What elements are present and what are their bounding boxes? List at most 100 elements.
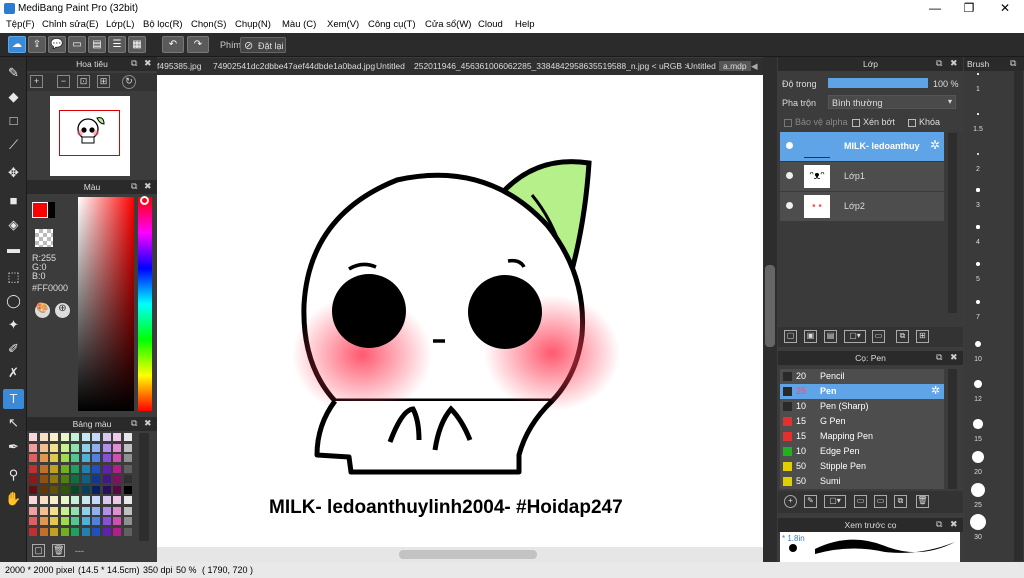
palette-swatch[interactable]: [29, 433, 37, 441]
add-brush-icon[interactable]: +: [784, 495, 797, 508]
tab-3[interactable]: Untitled: [376, 61, 405, 71]
palette-swatch[interactable]: [123, 454, 132, 462]
palette-swatch[interactable]: [92, 485, 100, 494]
palette-swatch[interactable]: [71, 496, 79, 504]
palette-swatch[interactable]: [113, 506, 121, 515]
palette-swatch[interactable]: [39, 475, 48, 483]
palette-swatch[interactable]: [50, 454, 58, 462]
hand-tool-icon[interactable]: ✋: [3, 489, 24, 509]
palette-swatch[interactable]: [123, 506, 132, 515]
palette-swatch[interactable]: [92, 527, 100, 536]
zoom-out-icon[interactable]: −: [57, 75, 70, 88]
palette-swatch[interactable]: [50, 485, 58, 494]
close-button[interactable]: ✕: [988, 0, 1022, 18]
brush-menu-icon[interactable]: ▢▾: [824, 495, 846, 508]
palette-swatch[interactable]: [81, 433, 90, 441]
float-icon[interactable]: ⧉: [936, 352, 942, 363]
palette-swatch[interactable]: [71, 464, 79, 473]
palette-swatch[interactable]: [60, 527, 69, 536]
tab-2[interactable]: 74902541dc2dbbe47aef44dbde1a0bad.jpg: [213, 61, 375, 71]
palette-swatch[interactable]: [60, 496, 69, 504]
palette-swatch[interactable]: [71, 485, 79, 494]
palette-swatch[interactable]: [39, 443, 48, 452]
brush-size-option[interactable]: 20: [967, 443, 989, 476]
fill-rect-icon[interactable]: ■: [3, 191, 24, 211]
transparent-color[interactable]: [35, 229, 53, 247]
rectangle-select-icon[interactable]: □: [3, 111, 24, 131]
brush-tool-icon[interactable]: ✎: [3, 63, 24, 83]
new-palette-icon[interactable]: ▢: [32, 544, 45, 557]
palette-swatch[interactable]: [92, 443, 100, 452]
select-eraser-icon[interactable]: ✗: [3, 363, 24, 383]
palette-swatch[interactable]: [71, 527, 79, 536]
palette-swatch[interactable]: [81, 485, 90, 494]
list-icon[interactable]: ☰: [108, 36, 126, 53]
horizontal-scroll-thumb[interactable]: [399, 550, 537, 559]
tab-5[interactable]: Untitled: [687, 61, 716, 71]
palette-swatch[interactable]: [123, 496, 132, 504]
palette-swatch[interactable]: [50, 527, 58, 536]
palette-swatch[interactable]: [50, 517, 58, 525]
brush-size-option[interactable]: 4: [967, 213, 989, 246]
maximize-button[interactable]: ❐: [952, 0, 986, 18]
palette-swatch[interactable]: [113, 464, 121, 473]
float-icon[interactable]: ⧉: [1010, 58, 1016, 69]
clip-checkbox[interactable]: Xén bớt: [852, 117, 895, 127]
menu-view[interactable]: Xem(V): [327, 19, 359, 30]
palette-swatch[interactable]: [71, 506, 79, 515]
duplicate-icon[interactable]: ⧉: [896, 330, 909, 343]
palette-swatch[interactable]: [39, 496, 48, 504]
palette-swatch[interactable]: [29, 527, 37, 536]
brush-size-option[interactable]: 10: [967, 330, 989, 363]
new-layer-icon[interactable]: ▢: [784, 330, 797, 343]
comment-icon[interactable]: 💬: [48, 36, 66, 53]
undo-icon[interactable]: ↶: [162, 36, 184, 53]
brush-folder-icon[interactable]: ▭: [854, 495, 867, 508]
palette-swatch[interactable]: [29, 506, 37, 515]
brush-folder2-icon[interactable]: ▭: [874, 495, 887, 508]
palette-swatch[interactable]: [60, 464, 69, 473]
menu-filter[interactable]: Bộ lọc(R): [143, 19, 183, 30]
vertical-scroll-thumb[interactable]: [765, 265, 775, 347]
menu-snap[interactable]: Chụp(N): [235, 19, 271, 30]
delete-brush-icon[interactable]: 🗑: [916, 495, 929, 508]
palette-scrollbar[interactable]: [139, 433, 149, 541]
line-tool-icon[interactable]: ⟋: [3, 135, 24, 155]
menu-tools[interactable]: Công cụ(T): [368, 19, 416, 30]
move-tool-icon[interactable]: ✥: [3, 163, 24, 183]
palette-swatch[interactable]: [102, 464, 111, 473]
float-icon[interactable]: ⧉: [131, 418, 137, 429]
magic-wand-icon[interactable]: ✦: [3, 315, 24, 335]
menu-cloud[interactable]: Cloud: [478, 19, 503, 30]
palette-swatch[interactable]: [71, 443, 79, 452]
palette-swatch[interactable]: [92, 506, 100, 515]
close-panel-icon[interactable]: ✖: [144, 58, 152, 69]
palette-swatch[interactable]: [102, 454, 111, 462]
brush-item[interactable]: 15 G Pen: [780, 414, 944, 429]
palette-swatch[interactable]: [92, 464, 100, 473]
menu-edit[interactable]: Chỉnh sửa(E): [42, 19, 99, 30]
palette-swatch[interactable]: [81, 443, 90, 452]
tab-1[interactable]: f495385.jpg: [157, 61, 201, 71]
float-icon[interactable]: ⧉: [131, 58, 137, 69]
select-icon[interactable]: ⬚: [3, 267, 24, 287]
reset-button[interactable]: ⊘ Đặt lại: [240, 37, 286, 53]
palette-swatch[interactable]: [102, 433, 111, 441]
eye-icon[interactable]: [786, 172, 793, 179]
palette-swatch[interactable]: [113, 433, 121, 441]
palette-swatch[interactable]: [81, 475, 90, 483]
palette-swatch[interactable]: [81, 517, 90, 525]
close-panel-icon[interactable]: ✖: [144, 181, 152, 192]
brush-size-option[interactable]: 12: [967, 370, 989, 403]
palette-swatch[interactable]: [50, 464, 58, 473]
duplicate-brush-icon[interactable]: ⧉: [894, 495, 907, 508]
horizontal-scrollbar[interactable]: [157, 547, 763, 562]
palette-swatch[interactable]: [123, 475, 132, 483]
palette-swatch[interactable]: [60, 475, 69, 483]
menu-color[interactable]: Màu (C): [282, 19, 316, 30]
palette-swatch[interactable]: [60, 443, 69, 452]
palette-swatch[interactable]: [71, 475, 79, 483]
brush-size-option[interactable]: 1: [967, 60, 989, 93]
menu-window[interactable]: Cửa sổ(W): [425, 19, 471, 30]
palette-swatch[interactable]: [123, 464, 132, 473]
